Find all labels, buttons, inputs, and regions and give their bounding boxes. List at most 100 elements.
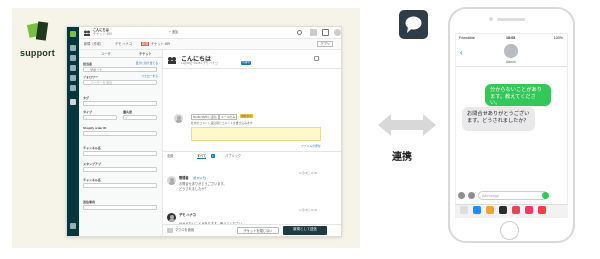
appstore-app-icon[interactable] [473,206,481,214]
priority-select[interactable]: - [123,115,157,120]
close-tab-button[interactable]: チケットを閉じない [237,227,279,234]
apps-grid-icon[interactable] [70,223,76,229]
filter-everything[interactable]: すべて [197,154,207,159]
shopify-field[interactable] [83,131,157,136]
conversations-icon[interactable] [310,29,317,36]
stamp-field[interactable] [83,167,157,172]
tab-ticket-props[interactable]: チケット [139,52,152,56]
dest-field[interactable] [83,205,157,210]
views-icon[interactable] [70,55,76,61]
appstore-button-icon[interactable] [468,192,475,199]
camera-button-icon[interactable] [458,192,465,199]
comment-line: どうされましたか？ [179,187,208,191]
status-badge: 新規 [141,42,150,46]
visibility-badge: 公開中 [241,61,251,65]
carrier-label: Friendible [459,36,475,40]
tags-label: タグ [83,96,90,100]
contact-avatar[interactable] [504,44,518,58]
attach-file-link[interactable]: ファイルの添付 [301,144,321,148]
apps-button[interactable]: アプリ [317,41,333,47]
music-note-app-icon[interactable] [538,206,546,214]
assignee-field[interactable]: サポート [83,67,157,72]
followers-field[interactable]: ユーザーを追加 [83,80,157,85]
product-logo-icon [70,31,76,37]
incoming-bubble: お問合せありがとうございます。どうされましたか？ [462,107,535,131]
agent-workspace: こんにちは チケット #59 + 追加 新規（作成） デモ ハナコ 新規 チケッ… [66,26,342,237]
ticket-options-icon[interactable] [314,56,319,61]
active-tab-id: チケット #59 [93,32,112,36]
tab-ticket[interactable]: チケット #59 [151,42,170,46]
home-icon[interactable] [70,45,76,51]
divider [163,68,341,69]
app-icon[interactable] [70,99,76,105]
reply-composer[interactable] [191,127,321,141]
tab-user[interactable]: ユーザ [101,52,111,56]
requester-avatar [167,213,176,222]
logo-text: support [20,48,55,58]
apply-macro-button[interactable]: マクロを適用 [175,228,194,232]
messages-app-icon [399,10,428,39]
sync-arrow-icon [378,114,436,136]
memoji-app-icon[interactable] [512,206,520,214]
back-chevron-icon[interactable]: ‹ [460,48,463,57]
music-app-icon[interactable] [486,206,494,214]
followers-label: フォロワー [83,75,99,79]
comment-time: 11月18日 16:08 [299,172,317,175]
admin-avatar [167,176,176,185]
ticket-meta: 11月18日 16:08 • デモ ハナコ [181,61,218,65]
add-tab-button[interactable]: + 追加 [169,30,178,34]
submit-button[interactable]: 新規として送信 [283,226,327,235]
speaker-grille [497,18,525,21]
composer-tag-email[interactable]: メールのみ [219,114,237,120]
heart-app-icon[interactable] [525,206,533,214]
speech-bubble-icon [405,16,422,33]
send-button-icon[interactable] [542,192,549,199]
settings-icon[interactable] [70,85,76,91]
photos-app-icon[interactable] [460,206,468,214]
composer-tag-sms[interactable]: Media SMS に返信 [191,114,219,120]
composer-tag-from[interactable]: 当社から [240,114,254,118]
dest-label: 送信専用 [83,200,96,204]
filter-all-dropdown[interactable]: 全部 [167,154,173,158]
shopify-label: Shopify order ID [83,126,107,130]
filter-count: 2 [211,154,215,158]
comment-line: お問合せありがとうございます。 [179,182,227,186]
ticket-properties-panel: ユーザ チケット 担当者 自分に割り当てる サポート フォロワー フォローする … [79,50,163,236]
type-label: タイプ [83,110,93,114]
tab-new[interactable]: 新規（作成） [84,42,103,46]
tab-requester[interactable]: デモ ハナコ [115,42,132,46]
assign-to-me-link[interactable]: 自分に割り当てる [136,61,158,65]
channel-label: チャンネル名 [83,146,101,150]
search-icon[interactable] [297,30,302,35]
action-bar: マクロを適用 チケットを閉じない 新規として送信 [163,224,341,236]
home-button[interactable] [500,221,519,240]
profile-avatar[interactable] [334,29,341,36]
stage: support こんにちは チケット #59 + 追加 新規（作成） デモ ハナ… [0,0,600,259]
camera-icon [489,17,493,21]
follow-link[interactable]: フォローする [141,74,158,78]
tags-field[interactable] [83,101,157,106]
top-bar: こんにちは チケット #59 + 追加 [79,27,341,39]
comment-author: 管理者 [179,176,189,180]
pay-app-icon[interactable] [499,206,507,214]
channel-field[interactable] [83,151,157,156]
apps-icon[interactable] [322,29,329,36]
user-group-icon [84,30,90,36]
channel-field-2[interactable] [83,183,157,188]
macro-icon[interactable] [167,228,173,233]
message-input[interactable]: iMessage [478,191,548,200]
filter-public[interactable]: パブリック [225,154,241,158]
conversation-pane: こんにちは 11月18日 16:08 • デモ ハナコ 公開中 Media SM… [163,50,341,226]
divider [79,57,163,58]
assignee-label: 担当者 [83,62,93,66]
divider [163,151,341,152]
composer-hint: 社内のコメント返信用にコメントを書き込みます [191,121,253,125]
contact-name[interactable]: Admin [506,60,516,64]
priority-label: 優先度 [123,110,133,114]
reports-icon[interactable] [70,75,76,81]
left-nav [67,27,79,236]
type-select[interactable]: - [83,115,117,120]
clock-label: 15:05 [506,36,516,40]
customers-icon[interactable] [70,65,76,71]
comment-time: 11月18日 16:09 [299,209,317,212]
